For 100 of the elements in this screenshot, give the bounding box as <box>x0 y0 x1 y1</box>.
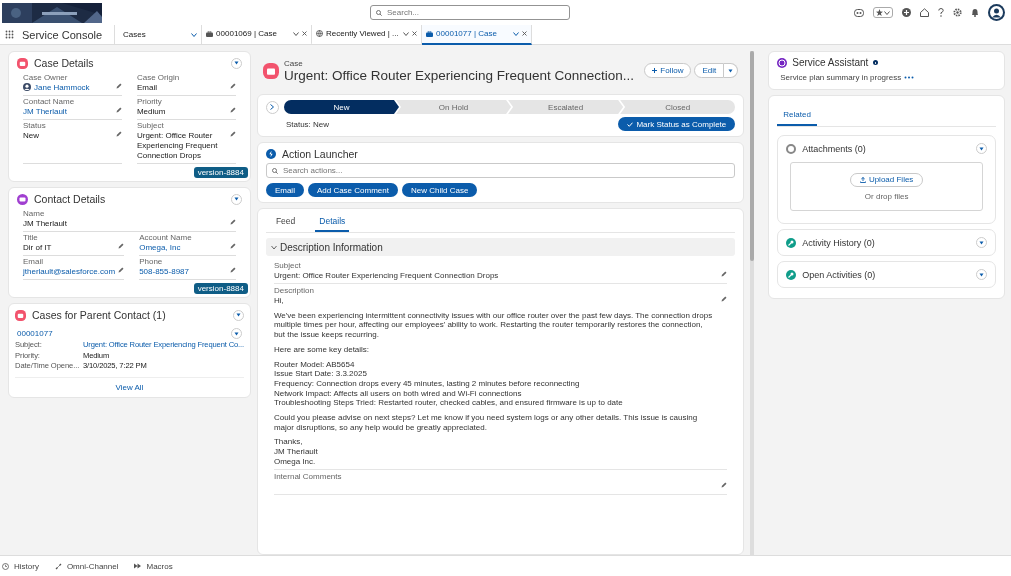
related-list-title[interactable]: Activity History (0) <box>802 237 970 248</box>
caret-icon <box>233 331 239 336</box>
edit-icon[interactable] <box>721 271 728 277</box>
field-value: Dir of IT <box>23 243 53 253</box>
app-name: Service Console <box>22 28 103 41</box>
action-button[interactable]: Email <box>265 183 304 197</box>
field-value: Router Model: AB5654 Issue Start Date: 3.3.2025 Frequency: Connection drops every 45 minutes, lasting 2 minutes before reconnecting Network Impact: Affects all users on both wired and Wi-Fi connections Troubleshooting Steps Tried: Restarted router, checked cables, and ensured firmware is up to date <box>273 359 624 409</box>
edit-icon[interactable] <box>118 243 125 249</box>
card-title: Cases for Parent Contact (1) <box>32 309 167 321</box>
field-value: Email <box>136 83 158 93</box>
help-icon[interactable] <box>938 8 944 17</box>
field-value: New <box>23 131 40 141</box>
field-link[interactable]: 508-855-8987 <box>139 267 227 277</box>
scrollbar-thumb[interactable] <box>750 51 755 261</box>
utility-item[interactable]: Omni-Channel <box>54 561 119 571</box>
field-link[interactable]: Jane Hammock <box>34 83 113 93</box>
field-value: Urgent: Office Router Experiencing Frequent Connection Drops <box>136 131 219 161</box>
edit-icon[interactable] <box>229 243 236 249</box>
search-field[interactable]: Search... <box>370 5 570 20</box>
tab-label: 00001069 | Case <box>216 29 278 38</box>
field-label: Description <box>273 286 315 295</box>
loading-dots-icon <box>904 76 915 79</box>
field-label: Internal Comments <box>273 471 343 481</box>
close-icon[interactable] <box>302 31 308 36</box>
field-label: Name <box>23 209 46 218</box>
path-step[interactable]: Closed <box>620 100 736 114</box>
settings-icon[interactable] <box>953 8 962 17</box>
utility-item[interactable]: Macros <box>134 561 173 571</box>
caret-icon[interactable] <box>191 32 198 37</box>
card-title: Contact Details <box>34 193 107 205</box>
console-tab[interactable]: 00001077 | Case <box>422 24 533 45</box>
caret-icon <box>728 68 734 73</box>
file-drop-zone[interactable]: Upload Files Or drop files <box>790 162 983 211</box>
object-label: Case <box>283 58 304 68</box>
path-step[interactable]: New <box>283 100 399 114</box>
caret-icon[interactable] <box>293 31 300 36</box>
caret-icon <box>979 272 984 277</box>
edit-icon[interactable] <box>229 131 236 137</box>
edit-icon[interactable] <box>229 219 236 225</box>
avatar[interactable] <box>988 4 1005 21</box>
caret-icon[interactable] <box>884 10 890 15</box>
briefcase-icon <box>426 30 434 37</box>
upload-icon <box>859 176 866 183</box>
robot-icon[interactable] <box>854 8 864 17</box>
edit-icon[interactable] <box>229 267 236 273</box>
add-icon[interactable] <box>902 8 911 17</box>
field-link[interactable]: jtherlault@salesforce.com <box>23 267 116 277</box>
view-all-link[interactable]: View All <box>15 376 244 392</box>
caret-icon[interactable] <box>403 31 410 36</box>
utility-item[interactable]: History <box>2 561 39 571</box>
tab-label: 00001077 | Case <box>436 29 498 38</box>
favorites-button[interactable] <box>873 7 893 18</box>
action-button[interactable]: Add Case Comment <box>307 183 398 197</box>
edit-icon[interactable] <box>115 131 122 137</box>
caret-icon <box>233 61 239 65</box>
edit-icon[interactable] <box>229 83 236 89</box>
tab[interactable]: Related <box>777 107 817 126</box>
mark-complete-button[interactable]: Mark Status as Complete <box>618 117 736 131</box>
record-link[interactable]: 00001077 <box>17 329 53 338</box>
follow-button[interactable]: Follow <box>644 63 692 78</box>
action-button[interactable]: New Child Case <box>401 183 478 197</box>
close-icon[interactable] <box>522 31 528 36</box>
field-label: Priority <box>136 97 163 106</box>
chevron-icon <box>270 104 275 110</box>
field-label: Status <box>23 121 47 130</box>
caret-icon[interactable] <box>513 31 520 36</box>
case-icon <box>15 309 26 321</box>
field-link[interactable]: Omega, Inc <box>139 243 227 253</box>
field-link[interactable]: JM Therlault <box>23 107 113 117</box>
edit-button[interactable]: Edit <box>694 63 725 78</box>
path-step[interactable]: On Hold <box>396 100 512 114</box>
star-icon <box>876 9 883 16</box>
search-field[interactable]: Search actions... <box>265 163 736 178</box>
related-list-title[interactable]: Open Activities (0) <box>802 269 970 280</box>
section-header[interactable]: Description Information <box>265 238 736 256</box>
edit-icon[interactable] <box>229 107 236 113</box>
close-icon[interactable] <box>412 31 418 36</box>
caret-icon <box>235 313 241 317</box>
field-value: Could you please advise on next steps? Let me know if you need system logs or any other details. This issue is causing major disruptions, so any help would be greatly appreciated. <box>273 413 699 433</box>
search-icon <box>376 9 382 16</box>
edit-icon[interactable] <box>115 107 122 113</box>
edit-icon[interactable] <box>115 83 122 89</box>
caret-icon <box>979 146 984 151</box>
notification-icon[interactable] <box>971 8 979 17</box>
related-list-title[interactable]: Attachments (0) <box>802 143 970 154</box>
edit-icon[interactable] <box>118 267 125 273</box>
home-icon[interactable] <box>920 8 929 17</box>
user-avatar <box>23 83 31 91</box>
object-menu[interactable]: Cases <box>114 24 203 45</box>
app-launcher-icon[interactable] <box>5 30 14 39</box>
tab[interactable]: Feed <box>271 213 300 232</box>
info-icon[interactable] <box>873 60 879 65</box>
path-step[interactable]: Escalated <box>508 100 624 114</box>
edit-icon[interactable] <box>721 481 728 488</box>
version-badge: version-8884 <box>193 283 248 294</box>
fast-forward-icon <box>134 563 142 569</box>
tab[interactable]: Details <box>315 213 350 232</box>
card-title: Service Assistant <box>792 57 869 68</box>
edit-icon[interactable] <box>721 296 728 302</box>
console-tab[interactable]: 00001069 | Case <box>202 24 313 45</box>
